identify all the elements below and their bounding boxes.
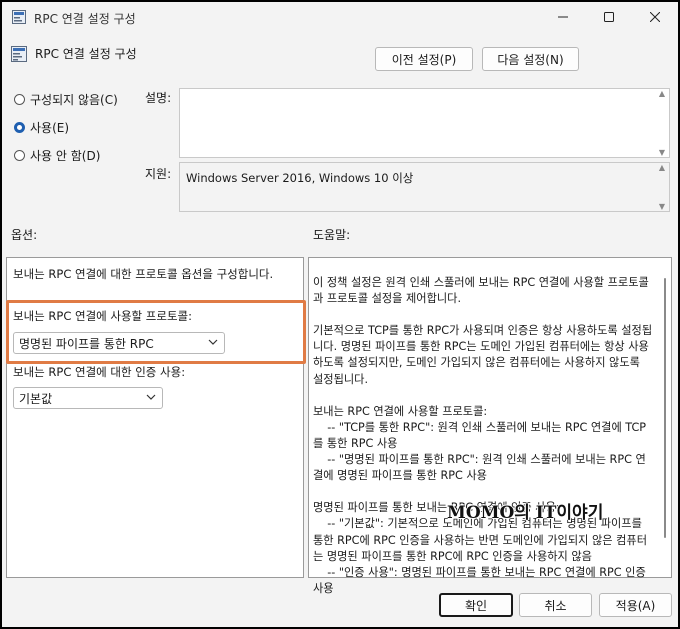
setting-icon (11, 46, 27, 62)
help-scrollbar[interactable] (659, 258, 671, 577)
ok-button[interactable]: 확인 (439, 593, 513, 617)
policy-dialog: RPC 연결 설정 구성 RPC 연결 설정 구성 이전 설정(P) 다음 설정… (0, 0, 680, 629)
radio-disabled-dot[interactable] (14, 149, 25, 161)
help-label: 도움말: (313, 228, 351, 242)
scroll-up-icon[interactable]: ▲ (659, 89, 665, 98)
close-icon (650, 12, 660, 22)
supported-box: Windows Server 2016, Windows 10 이상 ▲ ▼ (179, 162, 670, 212)
help-scroll-thumb[interactable] (664, 278, 666, 538)
scroll-down-icon[interactable]: ▼ (659, 148, 665, 157)
auth-dropdown[interactable]: 기본값 (13, 387, 163, 409)
radio-not-configured-dot[interactable] (14, 93, 25, 105)
minimize-icon (558, 16, 568, 18)
previous-setting-button[interactable]: 이전 설정(P) (375, 47, 473, 71)
auth-label: 보내는 RPC 연결에 대한 인증 사용: (13, 365, 186, 379)
comment-scrollbar[interactable]: ▲ ▼ (655, 89, 669, 157)
supported-scrollbar[interactable]: ▲ ▼ (655, 163, 669, 211)
auth-dropdown-value: 기본값 (19, 391, 53, 406)
maximize-icon (604, 12, 614, 22)
options-intro: 보내는 RPC 연결에 대한 프로토콜 옵션을 구성합니다. (13, 267, 274, 281)
close-button[interactable] (632, 2, 678, 32)
policy-app-icon (12, 10, 26, 24)
radio-disabled-label: 사용 안 함(D) (30, 148, 101, 163)
chevron-down-icon (146, 394, 156, 400)
apply-button[interactable]: 적용(A) (599, 593, 672, 617)
window-title: RPC 연결 설정 구성 (34, 12, 136, 26)
help-text: 이 정책 설정은 원격 인쇄 스풀러에 보내는 RPC 연결에 사용할 프로토콜… (313, 276, 653, 595)
minimize-button[interactable] (540, 2, 586, 32)
supported-label: 지원: (145, 167, 172, 181)
options-label: 옵션: (11, 228, 38, 242)
comment-label: 설명: (145, 91, 172, 105)
radio-enabled-label: 사용(E) (30, 120, 70, 135)
radio-enabled[interactable]: 사용(E) (14, 119, 69, 135)
watermark: MOMO의 IT이야기 (447, 503, 604, 523)
cancel-button[interactable]: 취소 (519, 593, 592, 617)
maximize-button[interactable] (586, 2, 632, 32)
comment-textbox[interactable]: ▲ ▼ (179, 88, 670, 158)
radio-not-configured-label: 구성되지 않음(C) (30, 92, 118, 107)
scroll-down-icon[interactable]: ▼ (659, 202, 665, 211)
scroll-up-icon[interactable]: ▲ (659, 163, 665, 172)
radio-enabled-dot[interactable] (14, 121, 25, 133)
next-setting-button[interactable]: 다음 설정(N) (482, 47, 579, 71)
radio-not-configured[interactable]: 구성되지 않음(C) (14, 91, 118, 107)
supported-value: Windows Server 2016, Windows 10 이상 (186, 171, 414, 185)
radio-disabled[interactable]: 사용 안 함(D) (14, 147, 100, 163)
setting-title: RPC 연결 설정 구성 (35, 47, 137, 61)
help-panel: 이 정책 설정은 원격 인쇄 스풀러에 보내는 RPC 연결에 사용할 프로토콜… (308, 257, 672, 595)
protocol-highlight-box (6, 300, 306, 364)
title-bar[interactable]: RPC 연결 설정 구성 (2, 2, 678, 32)
